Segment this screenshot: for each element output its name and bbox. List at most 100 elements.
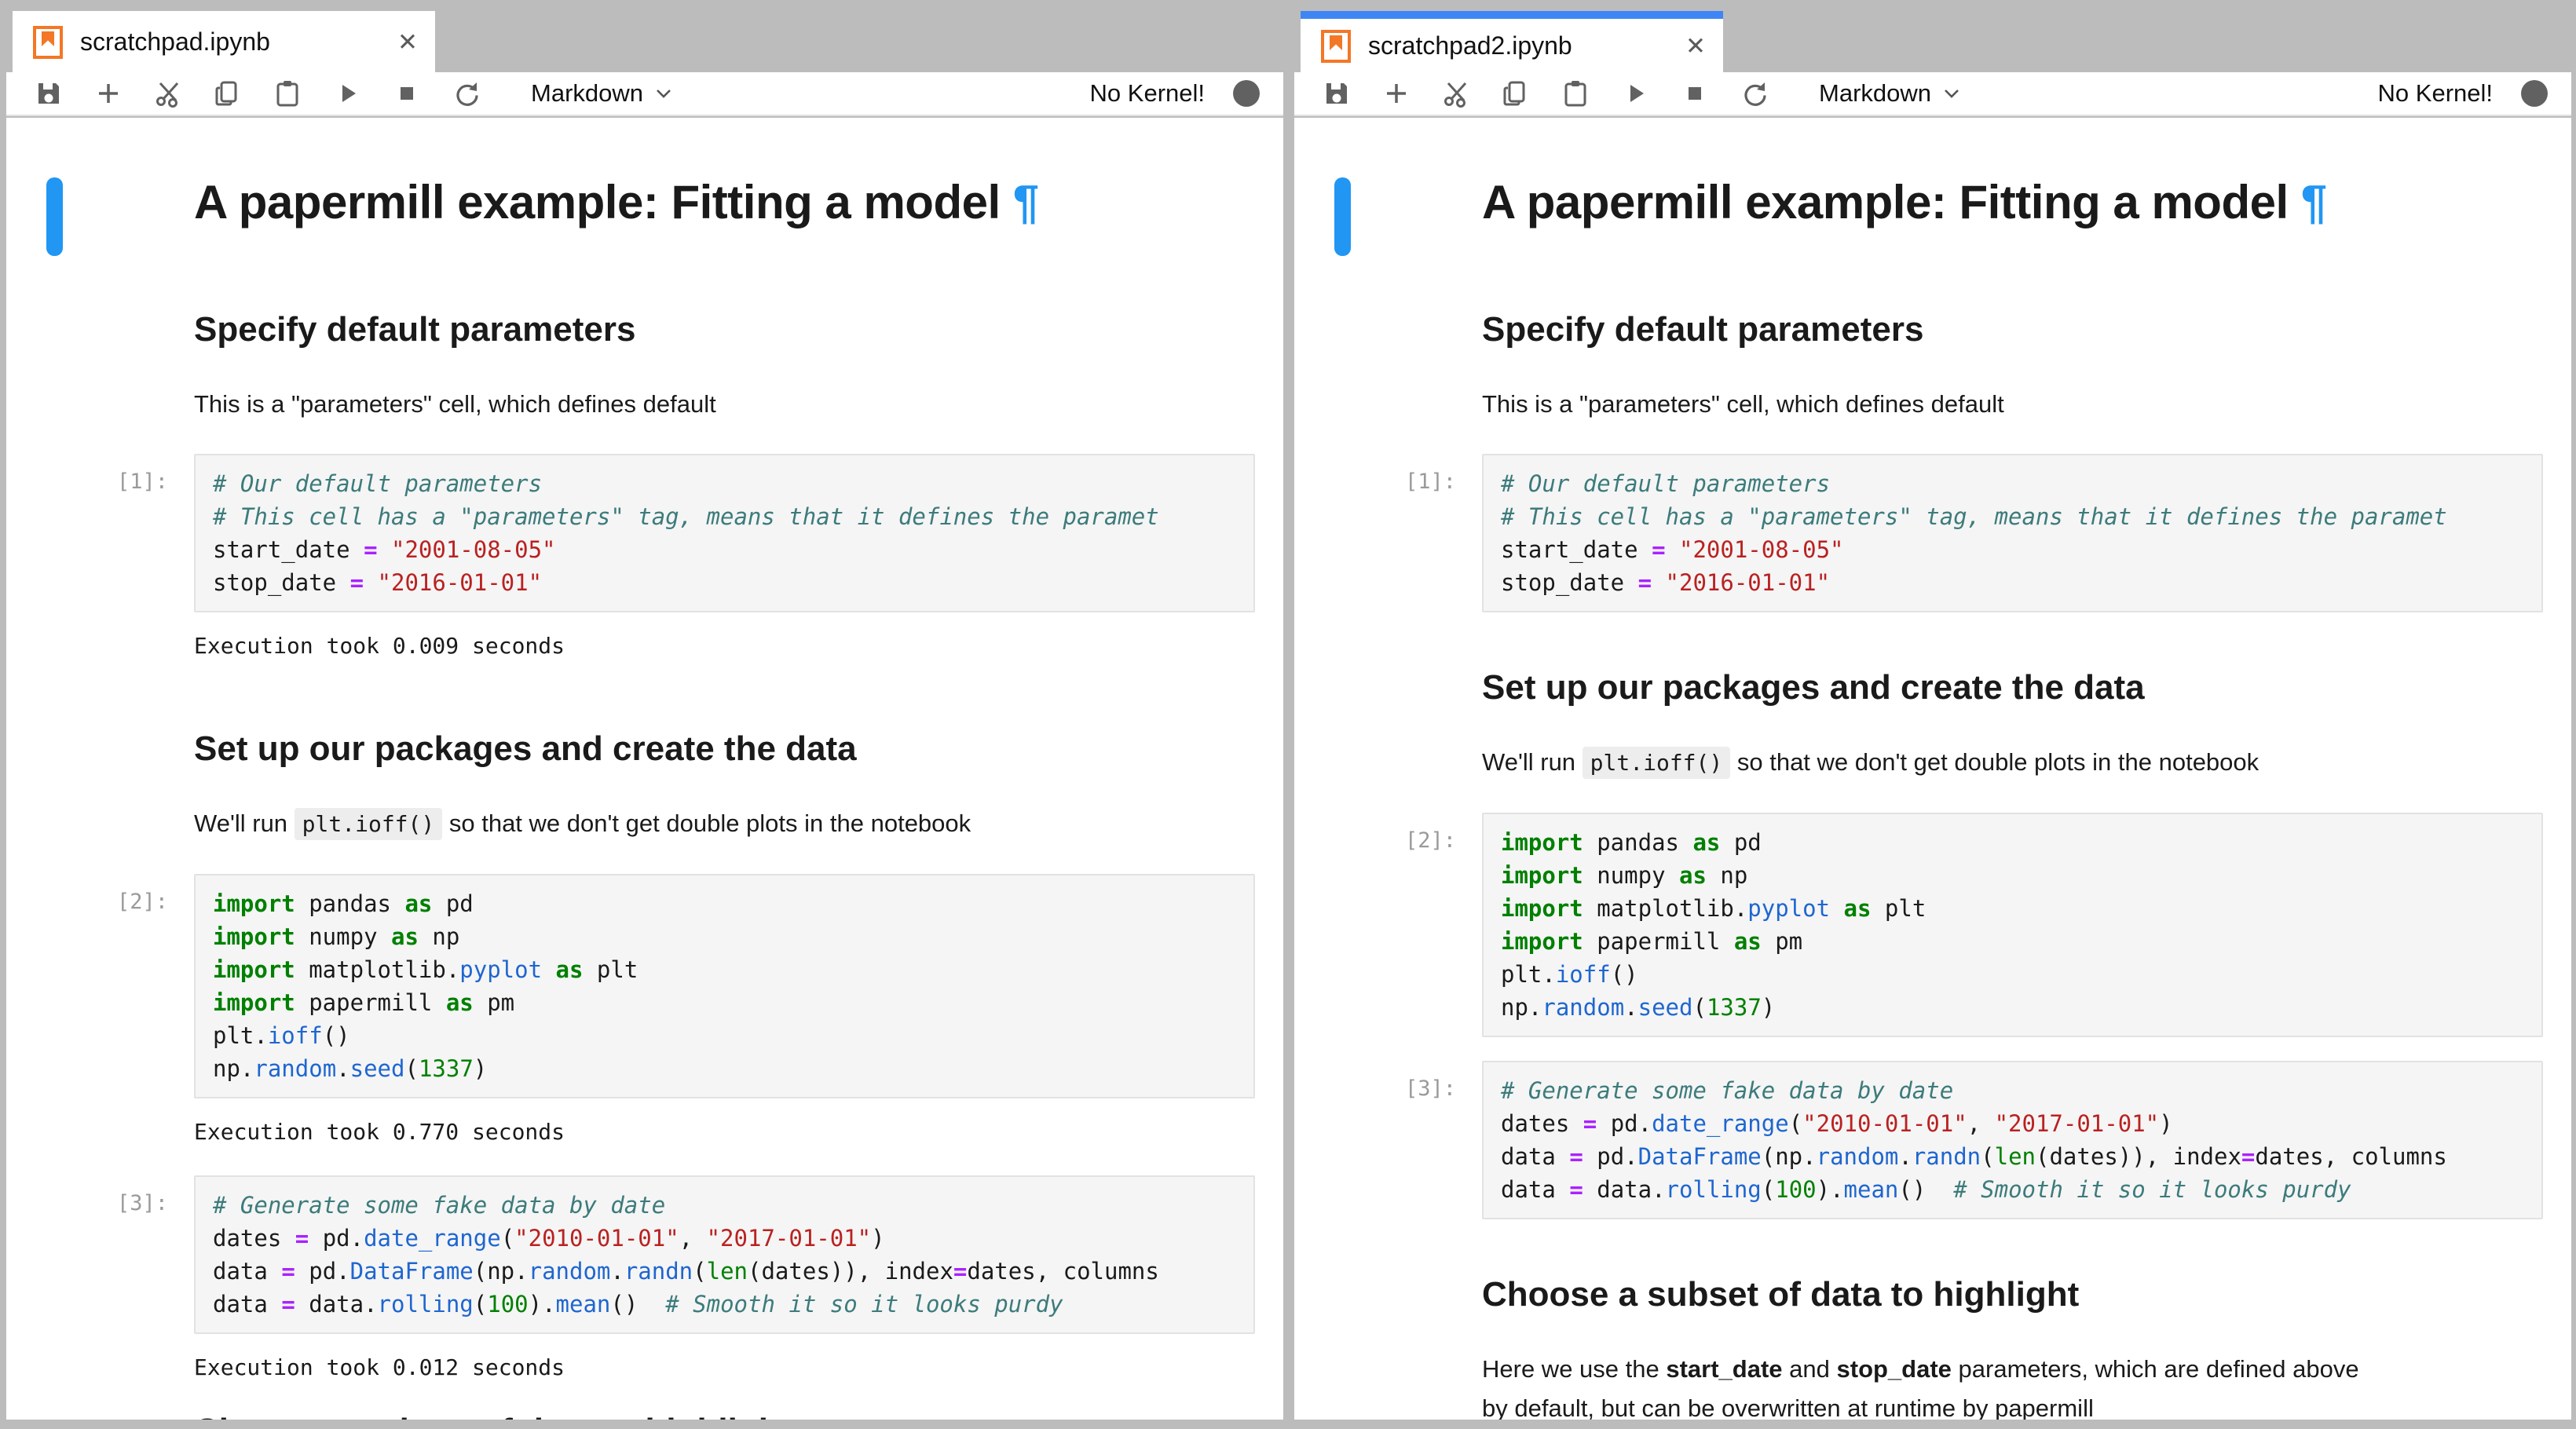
tab-scratchpad[interactable]: scratchpad.ipynb ✕	[13, 11, 435, 72]
code-line: import papermill as pm	[213, 986, 1253, 1019]
markdown-cell-paragraph[interactable]: Here we use the start_date and stop_date…	[1294, 1350, 2571, 1420]
markdown-cell[interactable]: Set up our packages and create the data	[6, 725, 1283, 773]
markdown-cell[interactable]: Specify default parameters	[1294, 306, 2571, 353]
notebook-window-left: scratchpad.ipynb ✕	[6, 11, 1283, 1420]
text-run: by default, but can be overwritten at ru…	[1482, 1394, 2094, 1420]
heading-text: Set up our packages and create the data	[1482, 664, 2543, 711]
code-line: # Generate some fake data by date	[1501, 1074, 2541, 1107]
run-icon	[1621, 79, 1649, 108]
kernel-status-indicator[interactable]	[2521, 80, 2548, 107]
bold-text: start_date	[1666, 1355, 1782, 1383]
save-button[interactable]	[1323, 79, 1351, 108]
heading-text: Choose a subset of data to highlight	[1482, 1271, 2543, 1318]
cell-type-label: Markdown	[1819, 79, 1931, 108]
restart-kernel-button[interactable]	[1740, 79, 1769, 108]
cut-icon	[154, 79, 182, 108]
markdown-cell[interactable]: Choose a subset of data to highlight	[6, 1408, 1283, 1420]
markdown-cell-paragraph[interactable]: This is a "parameters" cell, which defin…	[1294, 385, 2571, 424]
close-icon[interactable]: ✕	[397, 30, 418, 54]
heading-text: Set up our packages and create the data	[194, 725, 1255, 773]
code-editor[interactable]: import pandas as pdimport numpy as npimp…	[1482, 813, 2543, 1037]
code-editor[interactable]: # Our default parameters# This cell has …	[1482, 454, 2543, 612]
selected-cell-indicator	[1334, 177, 1351, 256]
restart-icon	[452, 79, 481, 108]
execution-time: Execution took 0.770 seconds	[6, 1119, 1283, 1146]
code-line: np.random.seed(1337)	[213, 1052, 1253, 1085]
heading-text: A papermill example: Fitting a model ¶	[1482, 165, 2543, 240]
paste-cells-button[interactable]	[1561, 79, 1590, 108]
tab-bar: scratchpad2.ipynb ✕	[1294, 11, 2571, 72]
text-run: This is a "parameters" cell, which defin…	[1482, 390, 2004, 418]
heading-label: Choose a subset of data to highlight	[194, 1412, 791, 1420]
heading-anchor-icon[interactable]: ¶	[2289, 176, 2327, 228]
paste-cells-button[interactable]	[273, 79, 302, 108]
markdown-cell-paragraph[interactable]: We'll run plt.ioff() so that we don't ge…	[1294, 743, 2571, 783]
notebook-content[interactable]: A papermill example: Fitting a model ¶ Sp…	[1294, 118, 2571, 1420]
code-line: data = pd.DataFrame(np.random.randn(len(…	[1501, 1140, 2541, 1173]
inline-code: plt.ioff()	[295, 808, 443, 840]
run-cell-button[interactable]	[1621, 79, 1649, 108]
stop-kernel-button[interactable]	[393, 79, 421, 108]
add-cell-button[interactable]	[1382, 79, 1411, 108]
cell-type-dropdown[interactable]: Markdown	[531, 79, 671, 108]
heading-anchor-icon[interactable]: ¶	[1001, 176, 1039, 228]
markdown-cell[interactable]: Set up our packages and create the data	[1294, 664, 2571, 711]
restart-kernel-button[interactable]	[452, 79, 481, 108]
heading-text: Specify default parameters	[1482, 306, 2543, 353]
save-button[interactable]	[35, 79, 63, 108]
close-icon[interactable]: ✕	[1685, 34, 1706, 58]
code-editor[interactable]: # Our default parameters# This cell has …	[194, 454, 1255, 612]
text-run: so that we don't get double plots in the…	[442, 810, 971, 837]
kernel-status-indicator[interactable]	[1233, 80, 1260, 107]
code-cell[interactable]: [2]:import pandas as pdimport numpy as n…	[6, 874, 1283, 1098]
selected-cell-indicator	[46, 177, 63, 256]
code-line: import pandas as pd	[213, 887, 1253, 920]
paragraph-line: by default, but can be overwritten at ru…	[1482, 1389, 2543, 1420]
code-line: # Generate some fake data by date	[213, 1189, 1253, 1222]
markdown-cell[interactable]: A papermill example: Fitting a model ¶	[6, 165, 1283, 240]
copy-cells-button[interactable]	[214, 79, 242, 108]
heading-text: Choose a subset of data to highlight	[194, 1408, 1255, 1420]
tab-scratchpad2[interactable]: scratchpad2.ipynb ✕	[1301, 11, 1723, 72]
code-line: # Our default parameters	[1501, 467, 2541, 500]
code-cell[interactable]: [3]:# Generate some fake data by datedat…	[1294, 1061, 2571, 1219]
execution-count: [1]:	[1294, 470, 1456, 494]
code-cell[interactable]: [3]:# Generate some fake data by datedat…	[6, 1175, 1283, 1334]
paragraph-line: This is a "parameters" cell, which defin…	[194, 385, 1255, 424]
text-run: so that we don't get double plots in the…	[1730, 748, 2259, 776]
heading-label: Set up our packages and create the data	[194, 729, 857, 768]
copy-cells-button[interactable]	[1502, 79, 1530, 108]
cell-type-dropdown[interactable]: Markdown	[1819, 79, 1959, 108]
markdown-cell[interactable]: Specify default parameters	[6, 306, 1283, 353]
add-icon	[94, 79, 123, 108]
code-line: import numpy as np	[1501, 859, 2541, 892]
code-cell[interactable]: [1]: # Our default parameters# This cell …	[1294, 454, 2571, 612]
markdown-cell-paragraph[interactable]: This is a "parameters" cell, which defin…	[6, 385, 1283, 424]
paragraph-line: We'll run plt.ioff() so that we don't ge…	[194, 804, 1255, 844]
markdown-cell[interactable]: A papermill example: Fitting a model ¶	[1294, 165, 2571, 240]
code-editor[interactable]: # Generate some fake data by datedates =…	[194, 1175, 1255, 1334]
tab-title: scratchpad2.ipynb	[1368, 31, 1572, 60]
code-line: data = data.rolling(100).mean() # Smooth…	[1501, 1173, 2541, 1206]
code-line: import numpy as np	[213, 920, 1253, 953]
run-cell-button[interactable]	[333, 79, 361, 108]
chevron-down-icon	[1944, 89, 1959, 99]
cut-cells-button[interactable]	[154, 79, 182, 108]
copy-icon	[214, 79, 242, 108]
chevron-down-icon	[656, 89, 671, 99]
text-run: We'll run	[194, 810, 295, 837]
kernel-status: No Kernel!	[1090, 79, 1260, 108]
notebook-content[interactable]: A papermill example: Fitting a model ¶ Sp…	[6, 118, 1283, 1420]
cut-cells-button[interactable]	[1442, 79, 1470, 108]
code-editor[interactable]: import pandas as pdimport numpy as np imp…	[194, 874, 1255, 1098]
stop-kernel-button[interactable]	[1681, 79, 1709, 108]
code-cell[interactable]: [2]:import pandas as pdimport numpy as n…	[1294, 813, 2571, 1037]
code-line: plt.ioff()	[1501, 958, 2541, 991]
add-cell-button[interactable]	[94, 79, 123, 108]
code-editor[interactable]: # Generate some fake data by datedates =…	[1482, 1061, 2543, 1219]
markdown-cell[interactable]: Choose a subset of data to highlight	[1294, 1271, 2571, 1318]
heading-label: A papermill example: Fitting a model	[1482, 176, 2289, 228]
markdown-cell-paragraph[interactable]: We'll run plt.ioff() so that we don't ge…	[6, 804, 1283, 844]
code-cell[interactable]: [1]:# Our default parameters# This cell …	[6, 454, 1283, 612]
code-line: np.random.seed(1337)	[1501, 991, 2541, 1024]
